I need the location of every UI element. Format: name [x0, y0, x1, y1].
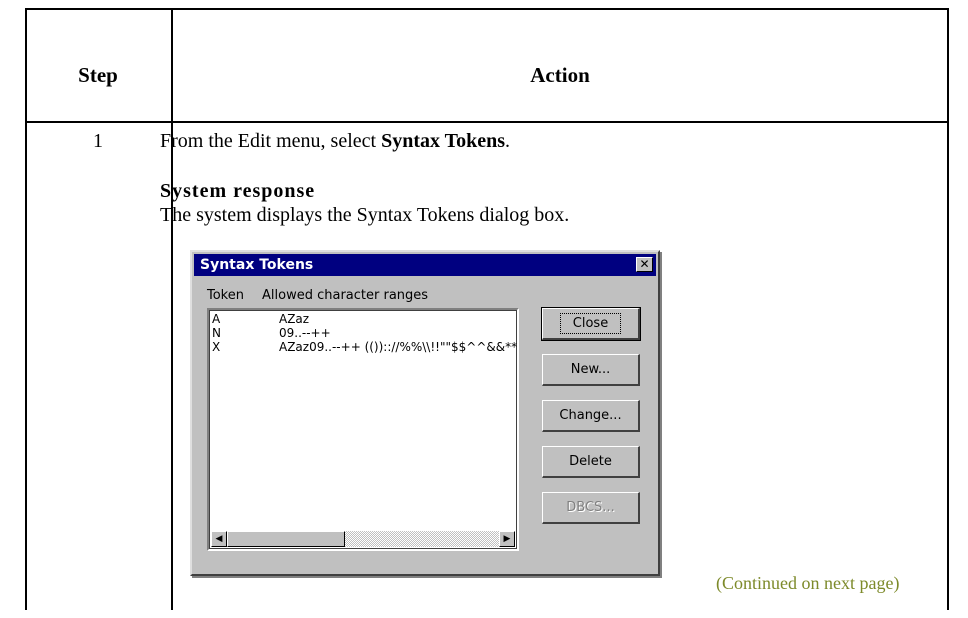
column-header-token: Token [207, 288, 244, 303]
dbcs-button-label: DBCS... [566, 500, 615, 515]
close-button-label: Close [559, 313, 622, 334]
change-button-label: Change... [559, 408, 622, 423]
scrollbar-thumb[interactable] [227, 531, 345, 547]
instruction: From the Edit menu, select Syntax Tokens… [160, 130, 510, 153]
table-border-top [25, 8, 949, 10]
token-name: A [212, 312, 221, 326]
token-ranges: AZaz09..--++ (()):://%%\\!!""$$^^&&** [279, 340, 518, 354]
close-button[interactable]: Close [541, 307, 641, 341]
dialog-title: Syntax Tokens [200, 257, 314, 273]
scroll-left-icon[interactable]: ◀ [211, 531, 227, 547]
scroll-right-icon[interactable]: ▶ [499, 531, 515, 547]
table-header-divider [25, 121, 949, 123]
new-button[interactable]: New... [542, 354, 640, 386]
syntax-tokens-dialog: Syntax Tokens ✕ Token Allowed character … [190, 250, 660, 576]
delete-button[interactable]: Delete [542, 446, 640, 478]
header-step: Step [78, 63, 118, 87]
system-response-text: The system displays the Syntax Tokens di… [160, 204, 570, 226]
token-list[interactable]: A AZaz N 09..--++ X AZaz09..--++ (())::/… [207, 308, 519, 551]
token-ranges: 09..--++ [279, 326, 331, 340]
token-ranges: AZaz [279, 312, 310, 326]
table-column-divider [171, 8, 173, 610]
token-name: X [212, 340, 221, 354]
instruction-menu-item: Syntax Tokens [381, 130, 506, 152]
new-button-label: New... [570, 362, 611, 377]
table-border-right [947, 8, 949, 610]
column-header-ranges: Allowed character ranges [262, 288, 429, 303]
horizontal-scrollbar[interactable]: ◀ ▶ [211, 531, 515, 547]
system-response-title: System response [160, 180, 316, 202]
continued-note: (Continued on next page) [716, 573, 900, 593]
delete-button-label: Delete [569, 454, 612, 469]
close-icon[interactable]: ✕ [636, 257, 653, 272]
instruction-prefix: From the Edit menu, select [160, 130, 382, 152]
instruction-suffix: . [505, 130, 511, 152]
dialog-title-bar[interactable]: Syntax Tokens ✕ [194, 254, 656, 276]
step-number: 1 [93, 130, 103, 152]
change-button[interactable]: Change... [542, 400, 640, 432]
dbcs-button: DBCS... [542, 492, 640, 524]
table-border-left [25, 8, 27, 610]
header-action: Action [530, 63, 590, 87]
token-name: N [212, 326, 221, 340]
